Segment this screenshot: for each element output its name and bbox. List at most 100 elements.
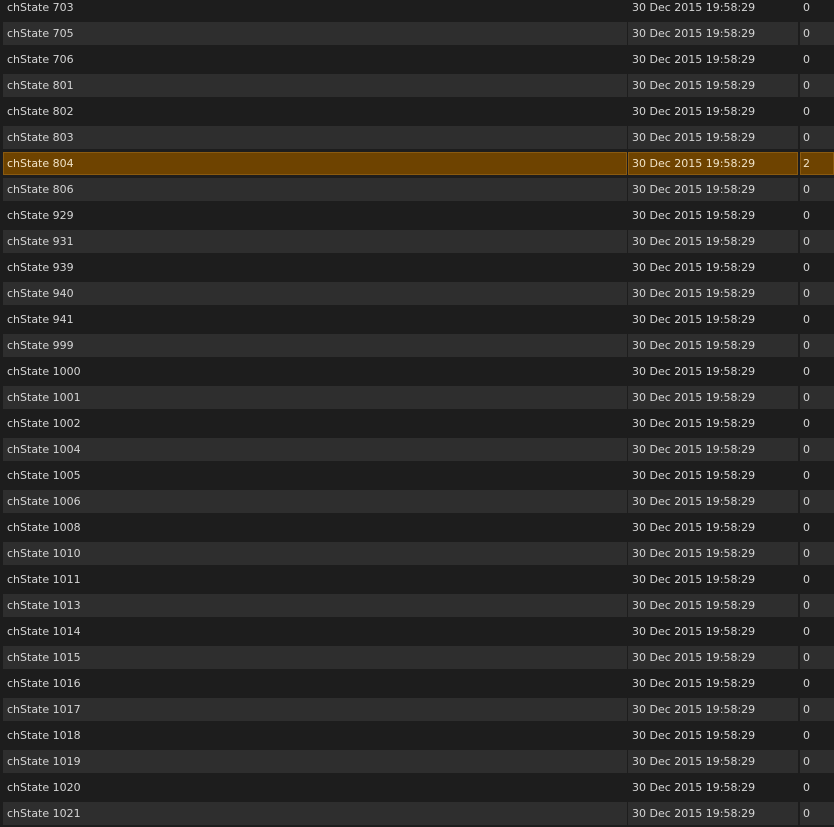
table-row[interactable]: chState 1000 30 Dec 2015 19:58:29 0 (0, 359, 834, 385)
state-table: chState 703 30 Dec 2015 19:58:29 0 chSta… (0, 0, 834, 827)
timestamp-cell: 30 Dec 2015 19:58:29 (632, 53, 756, 66)
state-value-cell: 0 (800, 22, 834, 45)
state-name-cell: chState 703 (7, 1, 74, 14)
timestamp-cell: 30 Dec 2015 19:58:29 (628, 698, 798, 721)
table-row[interactable]: chState 703 30 Dec 2015 19:58:29 0 (0, 0, 834, 21)
state-name-cell: chState 940 (3, 282, 627, 305)
state-value-cell: 0 (803, 625, 810, 638)
table-row[interactable]: chState 929 30 Dec 2015 19:58:29 0 (0, 203, 834, 229)
table-row[interactable]: chState 1015 30 Dec 2015 19:58:29 0 (0, 645, 834, 671)
state-name-cell: chState 999 (3, 334, 627, 357)
table-row[interactable]: chState 802 30 Dec 2015 19:58:29 0 (0, 99, 834, 125)
table-row[interactable]: chState 1008 30 Dec 2015 19:58:29 0 (0, 515, 834, 541)
state-name-cell: chState 1008 (7, 521, 81, 534)
table-row[interactable]: chState 999 30 Dec 2015 19:58:29 0 (0, 333, 834, 359)
table-row[interactable]: chState 1004 30 Dec 2015 19:58:29 0 (0, 437, 834, 463)
state-name-cell: chState 1010 (3, 542, 627, 565)
table-row[interactable]: chState 1021 30 Dec 2015 19:58:29 0 (0, 801, 834, 827)
table-row[interactable]: chState 1005 30 Dec 2015 19:58:29 0 (0, 463, 834, 489)
state-value-cell: 0 (803, 105, 810, 118)
timestamp-cell: 30 Dec 2015 19:58:29 (632, 313, 756, 326)
state-name-cell: chState 1011 (7, 573, 81, 586)
state-value-cell: 0 (800, 178, 834, 201)
state-value-cell: 0 (800, 126, 834, 149)
table-row[interactable]: chState 1010 30 Dec 2015 19:58:29 0 (0, 541, 834, 567)
state-name-cell: chState 1001 (3, 386, 627, 409)
timestamp-cell: 30 Dec 2015 19:58:29 (628, 386, 798, 409)
state-value-cell: 0 (803, 729, 810, 742)
state-value-cell: 0 (800, 334, 834, 357)
state-value-cell: 0 (800, 74, 834, 97)
timestamp-cell: 30 Dec 2015 19:58:29 (632, 781, 756, 794)
timestamp-cell: 30 Dec 2015 19:58:29 (632, 1, 756, 14)
table-row[interactable]: chState 940 30 Dec 2015 19:58:29 0 (0, 281, 834, 307)
table-row[interactable]: chState 705 30 Dec 2015 19:58:29 0 (0, 21, 834, 47)
timestamp-cell: 30 Dec 2015 19:58:29 (632, 417, 756, 430)
state-value-cell: 0 (803, 1, 810, 14)
table-row[interactable]: chState 801 30 Dec 2015 19:58:29 0 (0, 73, 834, 99)
timestamp-cell: 30 Dec 2015 19:58:29 (632, 105, 756, 118)
state-name-cell: chState 1020 (7, 781, 81, 794)
table-row[interactable]: chState 1002 30 Dec 2015 19:58:29 0 (0, 411, 834, 437)
table-row[interactable]: chState 1006 30 Dec 2015 19:58:29 0 (0, 489, 834, 515)
table-row[interactable]: chState 706 30 Dec 2015 19:58:29 0 (0, 47, 834, 73)
timestamp-cell: 30 Dec 2015 19:58:29 (628, 74, 798, 97)
state-name-cell: chState 1006 (3, 490, 627, 513)
table-row[interactable]: chState 1020 30 Dec 2015 19:58:29 0 (0, 775, 834, 801)
timestamp-cell: 30 Dec 2015 19:58:29 (628, 334, 798, 357)
state-value-cell: 0 (803, 469, 810, 482)
state-name-cell: chState 802 (7, 105, 74, 118)
table-row[interactable]: chState 806 30 Dec 2015 19:58:29 0 (0, 177, 834, 203)
state-value-cell: 0 (803, 365, 810, 378)
state-value-cell: 0 (803, 209, 810, 222)
state-name-cell: chState 1016 (7, 677, 81, 690)
table-row[interactable]: chState 1019 30 Dec 2015 19:58:29 0 (0, 749, 834, 775)
state-name-cell: chState 706 (7, 53, 74, 66)
timestamp-cell: 30 Dec 2015 19:58:29 (628, 152, 798, 175)
timestamp-cell: 30 Dec 2015 19:58:29 (628, 178, 798, 201)
table-row[interactable]: chState 939 30 Dec 2015 19:58:29 0 (0, 255, 834, 281)
state-name-cell: chState 803 (3, 126, 627, 149)
table-row-selected[interactable]: chState 804 30 Dec 2015 19:58:29 2 (0, 151, 834, 177)
state-value-cell: 0 (803, 261, 810, 274)
timestamp-cell: 30 Dec 2015 19:58:29 (628, 646, 798, 669)
state-name-cell: chState 1013 (3, 594, 627, 617)
state-name-cell: chState 1005 (7, 469, 81, 482)
state-name-cell: chState 801 (3, 74, 627, 97)
table-row[interactable]: chState 1001 30 Dec 2015 19:58:29 0 (0, 385, 834, 411)
timestamp-cell: 30 Dec 2015 19:58:29 (628, 126, 798, 149)
state-value-cell: 0 (800, 230, 834, 253)
timestamp-cell: 30 Dec 2015 19:58:29 (628, 802, 798, 825)
state-name-cell: chState 1002 (7, 417, 81, 430)
table-row[interactable]: chState 1016 30 Dec 2015 19:58:29 0 (0, 671, 834, 697)
state-name-cell: chState 1018 (7, 729, 81, 742)
timestamp-cell: 30 Dec 2015 19:58:29 (632, 521, 756, 534)
table-row[interactable]: chState 1018 30 Dec 2015 19:58:29 0 (0, 723, 834, 749)
table-row[interactable]: chState 1014 30 Dec 2015 19:58:29 0 (0, 619, 834, 645)
state-value-cell: 0 (800, 542, 834, 565)
timestamp-cell: 30 Dec 2015 19:58:29 (628, 282, 798, 305)
timestamp-cell: 30 Dec 2015 19:58:29 (632, 469, 756, 482)
table-row[interactable]: chState 803 30 Dec 2015 19:58:29 0 (0, 125, 834, 151)
timestamp-cell: 30 Dec 2015 19:58:29 (632, 209, 756, 222)
timestamp-cell: 30 Dec 2015 19:58:29 (632, 677, 756, 690)
state-value-cell: 0 (803, 417, 810, 430)
state-name-cell: chState 1000 (7, 365, 81, 378)
timestamp-cell: 30 Dec 2015 19:58:29 (628, 22, 798, 45)
state-value-cell: 0 (800, 438, 834, 461)
table-row[interactable]: chState 941 30 Dec 2015 19:58:29 0 (0, 307, 834, 333)
state-name-cell: chState 804 (3, 152, 627, 175)
state-name-cell: chState 806 (3, 178, 627, 201)
timestamp-cell: 30 Dec 2015 19:58:29 (628, 490, 798, 513)
table-row[interactable]: chState 1011 30 Dec 2015 19:58:29 0 (0, 567, 834, 593)
table-row[interactable]: chState 931 30 Dec 2015 19:58:29 0 (0, 229, 834, 255)
table-row[interactable]: chState 1017 30 Dec 2015 19:58:29 0 (0, 697, 834, 723)
timestamp-cell: 30 Dec 2015 19:58:29 (628, 750, 798, 773)
timestamp-cell: 30 Dec 2015 19:58:29 (632, 365, 756, 378)
state-value-cell: 2 (800, 152, 834, 175)
state-name-cell: chState 941 (7, 313, 74, 326)
state-name-cell: chState 1019 (3, 750, 627, 773)
table-row[interactable]: chState 1013 30 Dec 2015 19:58:29 0 (0, 593, 834, 619)
state-value-cell: 0 (800, 750, 834, 773)
state-value-cell: 0 (800, 282, 834, 305)
